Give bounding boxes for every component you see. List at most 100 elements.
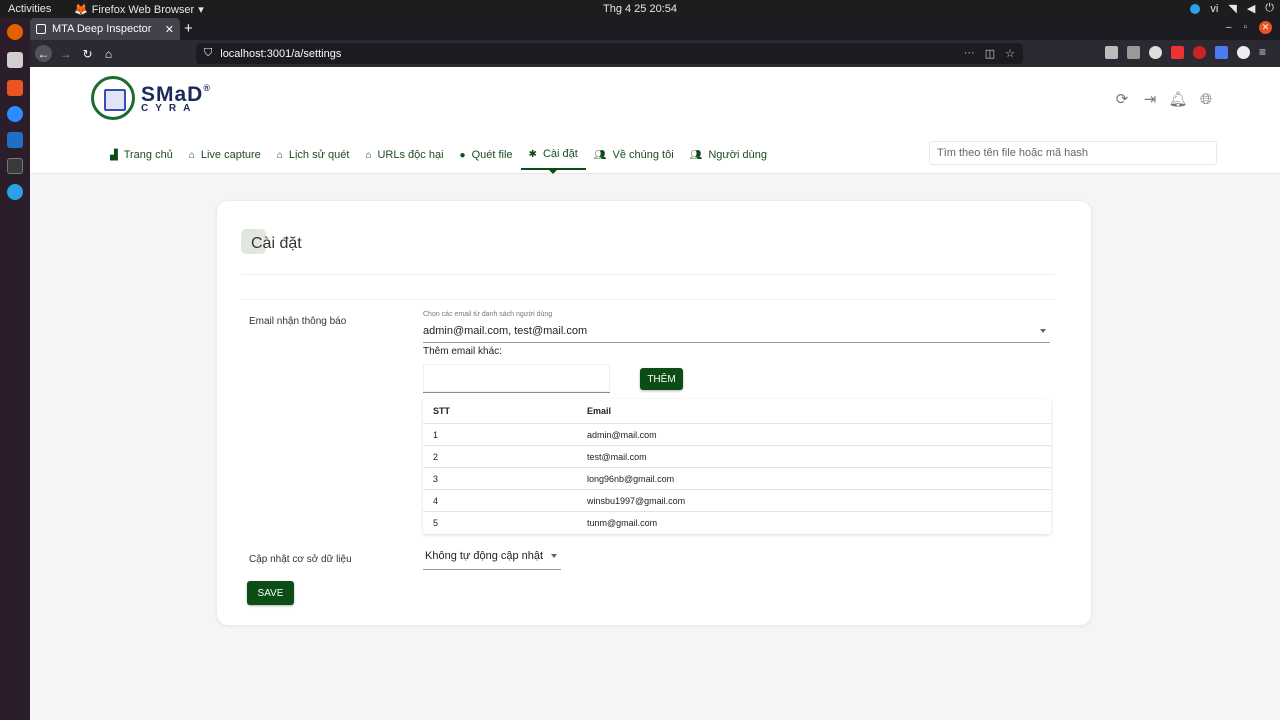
email-setting-label: Email nhận thông báo bbox=[249, 316, 347, 327]
menu-icon[interactable]: ≡ bbox=[1259, 46, 1272, 59]
email-multiselect[interactable]: admin@mail.com, test@mail.com bbox=[423, 325, 1050, 343]
tab-title: MTA Deep Inspector bbox=[52, 23, 152, 35]
firefox-dock-icon[interactable] bbox=[7, 24, 23, 40]
sync-icon[interactable]: ⟳ bbox=[1114, 91, 1130, 108]
divider bbox=[241, 299, 1055, 300]
table-cell-email: tunm@gmail.com bbox=[587, 518, 658, 528]
url-text[interactable]: localhost:3001/a/settings bbox=[220, 48, 341, 60]
menu-item-nguoi-dung[interactable]: 👥︎ Người dùng bbox=[682, 140, 775, 170]
save-button[interactable]: SAVE bbox=[247, 581, 294, 605]
chevron-down-icon[interactable] bbox=[551, 554, 557, 558]
software-dock-icon[interactable] bbox=[7, 80, 23, 96]
shield-icon[interactable]: ⛉ bbox=[204, 47, 212, 60]
logout-icon[interactable]: ⇥ bbox=[1142, 91, 1158, 108]
extension-translate-icon[interactable] bbox=[1215, 46, 1228, 59]
page-title: Cài đặt bbox=[251, 235, 302, 252]
zoom-dock-icon[interactable] bbox=[7, 106, 23, 122]
vscode-dock-icon[interactable] bbox=[7, 132, 23, 148]
extension-icons: ≡ bbox=[1105, 46, 1272, 59]
new-tab-button[interactable]: + bbox=[184, 20, 193, 37]
back-icon[interactable]: ← bbox=[35, 45, 52, 62]
table-cell-stt: 3 bbox=[433, 473, 439, 484]
shield-icon: ● bbox=[459, 149, 466, 161]
volume-icon[interactable]: ◀ bbox=[1247, 2, 1255, 15]
logo-seal-icon bbox=[91, 76, 135, 120]
pocket-icon[interactable]: ◫ bbox=[985, 47, 995, 60]
menu-item-live-capture[interactable]: ⌂ Live capture bbox=[181, 140, 269, 170]
main-menu: ▟ Trang chủ ⌂ Live capture ⌂ Lịch sử qué… bbox=[102, 140, 775, 174]
account-icon[interactable] bbox=[1149, 46, 1162, 59]
table-row: 1 admin@mail.com bbox=[423, 424, 1051, 446]
language-indicator[interactable]: vi bbox=[1210, 3, 1218, 15]
bookmark-star-icon[interactable]: ☆ bbox=[1005, 47, 1015, 60]
menu-item-label: Live capture bbox=[200, 149, 261, 161]
reload-icon[interactable]: ↻ bbox=[79, 45, 96, 62]
menu-item-cai-dat[interactable]: ✱ Cài đặt bbox=[520, 140, 586, 174]
table-cell-stt: 5 bbox=[433, 518, 439, 528]
add-email-input[interactable] bbox=[423, 364, 610, 393]
table-row: 4 winsbu1997@gmail.com bbox=[423, 490, 1051, 512]
logo-sub-text: CYRA bbox=[141, 102, 198, 114]
extension-record-icon[interactable] bbox=[1193, 46, 1206, 59]
db-update-select[interactable]: Không tự động cập nhật bbox=[423, 550, 561, 570]
menu-item-label: Lịch sử quét bbox=[288, 149, 350, 161]
globe-icon[interactable]: 🌐︎ bbox=[1198, 91, 1214, 108]
bell-icon[interactable]: 🔔︎ bbox=[1168, 91, 1187, 108]
table-row: 2 test@mail.com bbox=[423, 446, 1051, 468]
power-icon[interactable]: ⏻ bbox=[1265, 2, 1274, 15]
tab-mta-deep-inspector[interactable]: MTA Deep Inspector ✕ bbox=[30, 18, 180, 40]
library-icon[interactable] bbox=[1105, 46, 1118, 59]
menu-item-label: Quét file bbox=[471, 149, 513, 161]
maximize-icon[interactable]: ▫ bbox=[1243, 22, 1247, 33]
terminal-dock-icon[interactable] bbox=[7, 158, 23, 174]
table-cell-stt: 1 bbox=[433, 429, 439, 440]
menu-item-quet-file[interactable]: ● Quét file bbox=[452, 140, 521, 170]
extension-white-icon[interactable] bbox=[1237, 46, 1250, 59]
chevron-down-icon[interactable] bbox=[1040, 329, 1046, 333]
search-input[interactable] bbox=[929, 141, 1217, 165]
db-update-select-value: Không tự động cập nhật bbox=[425, 550, 544, 562]
dock bbox=[0, 18, 30, 720]
column-header-stt: STT bbox=[433, 406, 450, 416]
files-dock-icon[interactable] bbox=[7, 52, 23, 68]
logo[interactable]: SMaD® CYRA bbox=[91, 76, 211, 120]
wifi-icon[interactable]: ◥ bbox=[1228, 2, 1236, 15]
browser-tab-bar: MTA Deep Inspector ✕ + – ▫ ✕ bbox=[30, 18, 1280, 40]
menu-item-trang-chu[interactable]: ▟ Trang chủ bbox=[102, 140, 181, 170]
close-icon[interactable]: ✕ bbox=[165, 23, 174, 36]
favicon-icon bbox=[36, 24, 46, 34]
extension-red-icon[interactable] bbox=[1171, 46, 1184, 59]
menu-item-label: URLs độc hại bbox=[377, 149, 444, 161]
more-icon[interactable]: ··· bbox=[964, 47, 975, 60]
email-multiselect-value: admin@mail.com, test@mail.com bbox=[423, 325, 588, 337]
menu-item-urls-doc-hai[interactable]: ⌂ URLs độc hại bbox=[357, 140, 451, 170]
table-cell-email: long96nb@gmail.com bbox=[587, 473, 675, 484]
add-email-button[interactable]: THÊM bbox=[640, 368, 683, 390]
home-icon: ⌂ bbox=[188, 149, 195, 161]
system-tray[interactable]: vi ◥ ◀ ⏻ bbox=[1190, 2, 1274, 15]
table-cell-email: admin@mail.com bbox=[587, 429, 657, 440]
home-icon: ⌂ bbox=[276, 149, 283, 161]
home-icon[interactable]: ⌂ bbox=[100, 45, 117, 62]
email-select-caption: Chọn các email từ danh sách người dùng bbox=[423, 311, 553, 318]
users-icon: 👥︎ bbox=[593, 149, 607, 161]
table-cell-stt: 2 bbox=[433, 451, 439, 462]
telegram-dock-icon[interactable] bbox=[7, 184, 23, 200]
add-email-label: Thêm email khác: bbox=[423, 346, 502, 357]
window-close-icon[interactable]: ✕ bbox=[1259, 21, 1272, 34]
menu-item-lich-su-quet[interactable]: ⌂ Lịch sử quét bbox=[269, 140, 358, 170]
divider bbox=[241, 274, 1055, 275]
forward-icon[interactable]: → bbox=[57, 45, 74, 62]
menu-item-label: Cài đặt bbox=[542, 148, 578, 160]
table-row: 5 tunm@gmail.com bbox=[423, 512, 1051, 534]
column-header-email: Email bbox=[587, 406, 612, 416]
menu-item-label: Trang chủ bbox=[123, 149, 173, 161]
minimize-icon[interactable]: – bbox=[1226, 22, 1232, 33]
telegram-tray-icon[interactable] bbox=[1190, 3, 1201, 14]
gear-icon: ✱ bbox=[528, 148, 537, 160]
sidebar-icon[interactable] bbox=[1127, 46, 1140, 59]
group-icon: 👥︎ bbox=[689, 149, 703, 161]
menu-item-ve-chung-toi[interactable]: 👥︎ Về chúng tôi bbox=[586, 140, 682, 170]
url-bar[interactable]: ⛉ localhost:3001/a/settings ··· ◫ ☆ bbox=[196, 43, 1023, 64]
clock[interactable]: Thg 4 25 20:54 bbox=[0, 3, 1280, 15]
